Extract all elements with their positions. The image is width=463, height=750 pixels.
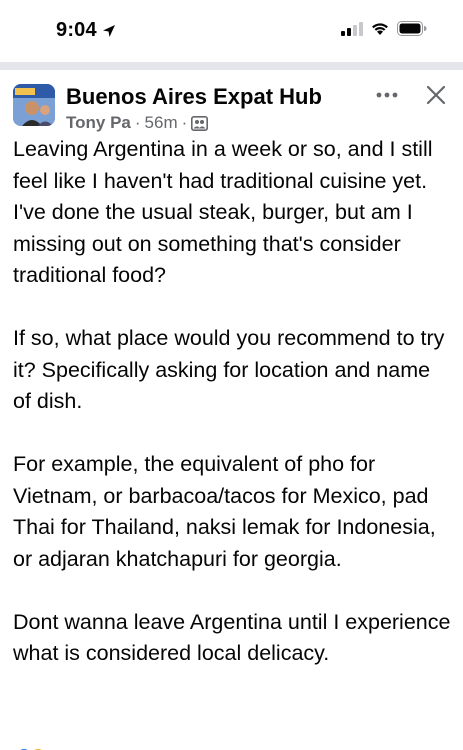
wifi-icon — [372, 23, 388, 35]
section-divider — [0, 62, 463, 70]
post-time[interactable]: 56m — [145, 113, 178, 133]
post-meta: Tony Pa · 56m · — [66, 113, 209, 133]
meta-separator-2: · — [181, 113, 188, 132]
more-horizontal-icon — [376, 92, 398, 98]
post-header: Buenos Aires Expat Hub Tony Pa · 56m · — [0, 70, 463, 136]
group-avatar[interactable] — [13, 84, 55, 126]
status-bar: 9:04 — [0, 0, 463, 62]
close-button[interactable] — [421, 80, 451, 110]
status-icons — [341, 21, 427, 36]
more-options-button[interactable] — [373, 84, 401, 106]
location-arrow-icon — [102, 24, 115, 37]
post-body: Leaving Argentina in a week or so, and I… — [13, 134, 453, 701]
post-paragraph: Leaving Argentina in a week or so, and I… — [13, 137, 433, 287]
status-time-label: 9:04 — [56, 19, 97, 41]
group-audience-icon — [191, 115, 209, 131]
status-time: 9:04 — [56, 19, 117, 42]
reactions-bar-peek — [0, 742, 463, 750]
author-name-link[interactable]: Tony Pa — [66, 113, 131, 133]
close-icon — [426, 85, 446, 105]
group-name-link[interactable]: Buenos Aires Expat Hub — [66, 84, 322, 110]
post-paragraph: Dont wanna leave Argentina until I exper… — [13, 609, 451, 666]
post-paragraph: If so, what place would you recommend to… — [13, 326, 445, 413]
post-paragraph: For example, the equivalent of pho for V… — [13, 452, 436, 571]
battery-icon — [397, 21, 427, 36]
group-avatar-image — [13, 84, 55, 126]
meta-separator: · — [134, 113, 141, 132]
signal-icon — [341, 21, 363, 36]
